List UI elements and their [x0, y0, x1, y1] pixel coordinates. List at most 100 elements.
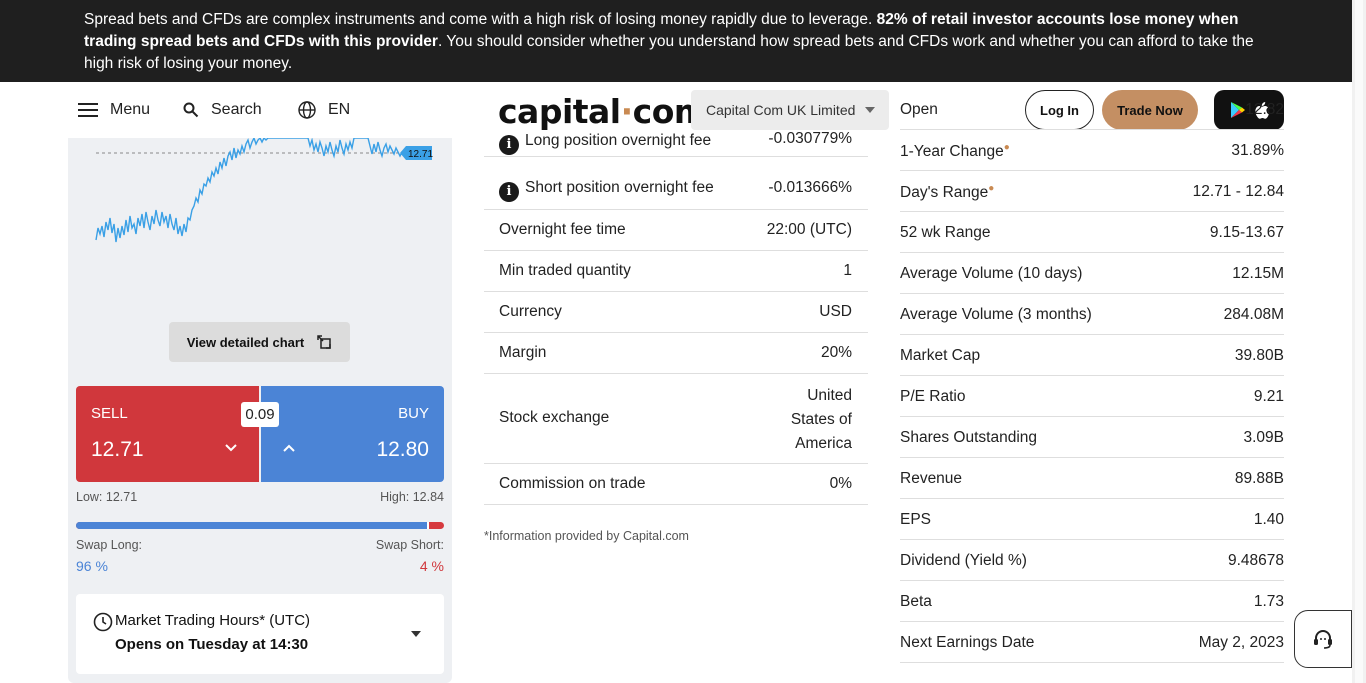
sell-label: SELL — [91, 405, 128, 422]
table-row: i Long position overnight fee -0.030779% — [484, 127, 868, 157]
risk-warning-banner: Spread bets and CFDs are complex instrum… — [0, 0, 1352, 82]
chevron-down-icon — [865, 107, 875, 113]
day-range: Low: 12.71 High: 12.84 — [76, 490, 444, 504]
stat-label: Shares Outstanding — [900, 429, 1038, 446]
stat-label: Average Volume (10 days) — [900, 265, 1083, 282]
buy-price: 12.80 — [376, 438, 429, 461]
stat-label: Revenue — [900, 470, 963, 487]
stat-value: 31.89% — [1231, 142, 1284, 159]
info-dot-icon[interactable]: ● — [988, 183, 994, 194]
high-value: High: 12.84 — [380, 490, 444, 504]
stat-value: 1.40 — [1253, 511, 1284, 528]
table-row: P/E Ratio 9.21 — [900, 376, 1284, 417]
buy-label: BUY — [398, 405, 429, 422]
support-chat-button[interactable] — [1294, 610, 1352, 668]
fee-label: Overnight fee time — [499, 221, 626, 238]
language-label: EN — [328, 101, 351, 118]
info-dot-icon[interactable]: ● — [1004, 142, 1010, 153]
market-hours-card[interactable]: Market Trading Hours* (UTC) Opens on Tue… — [76, 594, 444, 674]
scrollbar-thumb[interactable] — [1355, 0, 1363, 683]
fee-value: -0.030779% — [768, 130, 852, 147]
stat-value: 12.82 — [1245, 101, 1284, 118]
table-row: Average Volume (3 months) 284.08M — [900, 294, 1284, 335]
table-row: Open 12.82 — [900, 89, 1284, 130]
fee-label: Stock exchange — [499, 409, 610, 426]
price-chart[interactable]: 12.71 — [68, 138, 452, 318]
stat-label: Beta — [900, 593, 932, 610]
language-selector[interactable]: EN — [298, 82, 350, 138]
footnote: *Information provided by Capital.com — [484, 529, 689, 543]
stat-label: EPS — [900, 511, 932, 528]
table-row: Margin 20% — [484, 333, 868, 374]
stat-value: 9.48678 — [1227, 552, 1284, 569]
stat-label: Day's Range● — [900, 183, 995, 201]
table-row: 1-Year Change● 31.89% — [900, 130, 1284, 171]
stat-value: 3.09B — [1243, 429, 1284, 446]
table-row: Day's Range● 12.71 - 12.84 — [900, 171, 1284, 212]
low-value: Low: 12.71 — [76, 490, 138, 504]
spread-badge: 0.09 — [241, 402, 279, 427]
search-label: Search — [211, 101, 262, 118]
globe-icon — [298, 101, 316, 119]
table-row: i Short position overnight fee -0.013666% — [484, 157, 868, 210]
stat-value: 284.08M — [1223, 306, 1284, 323]
stat-label: Market Cap — [900, 347, 981, 364]
table-row: Commission on trade 0% — [484, 464, 868, 505]
market-hours-title: Market Trading Hours* (UTC) — [115, 612, 311, 629]
menu-label: Menu — [110, 101, 151, 118]
stat-value: May 2, 2023 — [1198, 634, 1284, 651]
stat-value: 12.71 - 12.84 — [1192, 183, 1284, 200]
stat-label: 1-Year Change● — [900, 142, 1010, 160]
fee-value: -0.013666% — [768, 179, 852, 196]
buy-button[interactable]: BUY 12.80 — [261, 386, 444, 482]
fee-label: Long position overnight fee — [525, 132, 712, 149]
instrument-panel: 12.71 View detailed chart SELL 12.71 BUY… — [68, 138, 452, 683]
sentiment-long-fill — [76, 522, 430, 529]
capital-com-logo[interactable]: capital·com — [498, 92, 708, 131]
stat-value: 9.15-13.67 — [1209, 224, 1284, 241]
table-row: Market Cap 39.80B — [900, 335, 1284, 376]
table-row: Revenue 89.88B — [900, 458, 1284, 499]
fee-label: Short position overnight fee — [525, 179, 714, 196]
table-row: Beta 1.73 — [900, 581, 1284, 622]
search-button[interactable]: Search — [183, 82, 262, 138]
view-detailed-chart-button[interactable]: View detailed chart — [169, 322, 350, 362]
info-icon[interactable]: i — [499, 135, 519, 155]
table-row: Stock exchange United States of America — [484, 374, 868, 464]
clock-icon — [93, 612, 113, 632]
stat-value: 1.73 — [1253, 593, 1284, 610]
table-row: Dividend (Yield %) 9.48678 — [900, 540, 1284, 581]
stat-label: Dividend (Yield %) — [900, 552, 1027, 569]
stat-value: 39.80B — [1234, 347, 1284, 364]
swap-long-label: Swap Long: — [76, 538, 143, 552]
table-row: 52 wk Range 9.15-13.67 — [900, 212, 1284, 253]
sentiment-bar — [76, 522, 444, 529]
fee-label: Currency — [499, 303, 562, 320]
info-icon[interactable]: i — [499, 182, 519, 202]
stat-label: P/E Ratio — [900, 388, 966, 405]
table-row: EPS 1.40 — [900, 499, 1284, 540]
sell-price: 12.71 — [91, 438, 144, 461]
headset-icon — [1314, 630, 1332, 649]
fees-table: i Long position overnight fee -0.030779% … — [484, 127, 868, 505]
fee-label: Margin — [499, 344, 547, 361]
logo-dot: · — [620, 92, 634, 131]
entity-select[interactable]: Capital Com UK Limited — [691, 90, 889, 130]
fee-value: 22:00 (UTC) — [766, 221, 852, 238]
expand-icon — [317, 335, 332, 349]
table-row: Next Earnings Date May 2, 2023 — [900, 622, 1284, 663]
fee-value: 0% — [829, 475, 852, 492]
scrollbar[interactable] — [1352, 0, 1366, 683]
sell-button[interactable]: SELL 12.71 — [76, 386, 259, 482]
stat-label: Average Volume (3 months) — [900, 306, 1092, 323]
price-line — [95, 138, 407, 243]
logo-text-left: capital — [498, 92, 621, 131]
chevron-down-icon — [411, 631, 421, 637]
menu-button[interactable]: Menu — [78, 82, 150, 138]
table-row: Average Volume (10 days) 12.15M — [900, 253, 1284, 294]
stat-value: 89.88B — [1234, 470, 1284, 487]
stat-value: 12.15M — [1232, 265, 1284, 282]
chevron-up-icon — [283, 444, 295, 452]
swap-short-label: Swap Short: — [375, 538, 444, 552]
stats-table: Open 12.82 1-Year Change● 31.89% Day's Range… — [900, 101, 1284, 663]
